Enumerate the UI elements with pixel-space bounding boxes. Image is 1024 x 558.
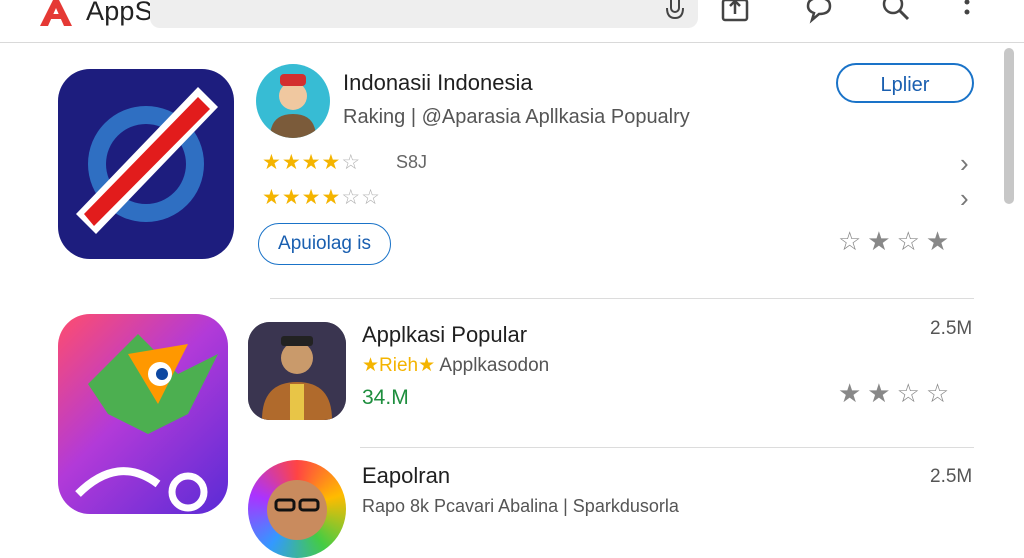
category-chip[interactable]: Apuiolag is	[258, 223, 391, 265]
user-rating-stars[interactable]: ☆★☆★	[838, 226, 955, 257]
developer-avatar[interactable]	[248, 322, 346, 420]
star-rating-row-2: ★★★★☆☆	[262, 186, 381, 209]
mic-icon[interactable]	[660, 0, 690, 26]
top-bar: AppStorer	[0, 0, 1024, 43]
app-size: 2.5M	[930, 318, 973, 339]
person-avatar-icon	[248, 322, 346, 420]
developer-avatar[interactable]	[256, 64, 330, 138]
search-bar[interactable]	[150, 0, 698, 28]
bird-mascot-icon	[75, 334, 218, 512]
developer-avatar[interactable]	[248, 460, 346, 558]
divider	[360, 447, 974, 448]
app-title[interactable]: Applkasi Popular	[362, 322, 527, 348]
subtitle-text: Applkasodon	[439, 355, 550, 376]
chevron-right-icon[interactable]: ›	[960, 148, 969, 179]
badge-text: ★Rieh★	[362, 355, 436, 376]
person-avatar-icon	[267, 480, 327, 540]
share-icon[interactable]	[720, 0, 750, 26]
search-icon[interactable]	[880, 0, 910, 26]
app-size: 2.5M	[930, 466, 973, 487]
appstore-logo-icon[interactable]	[36, 0, 76, 28]
star-rating-row-1: ★★★★☆	[262, 151, 362, 174]
divider	[270, 298, 974, 299]
user-rating-stars[interactable]: ★★☆☆	[838, 378, 955, 409]
app-icon-2[interactable]	[58, 314, 228, 514]
app-subtitle: Raking | @Aparasia Apllkasia Popualry	[343, 106, 690, 128]
app-icon-1[interactable]	[58, 69, 234, 259]
app-title[interactable]: Indonasii Indonesia	[343, 70, 533, 96]
download-count: 34.M	[362, 386, 409, 409]
more-options-icon[interactable]	[952, 0, 982, 26]
no-entry-rocket-icon	[76, 87, 218, 234]
app-subtitle: ★Rieh★ Applkasodon	[362, 354, 549, 377]
install-button[interactable]: Lplier	[836, 63, 974, 103]
chevron-right-icon[interactable]: ›	[960, 183, 969, 214]
app-title[interactable]: Eapolran	[362, 463, 450, 489]
person-avatar-icon	[270, 74, 316, 138]
app-subtitle: Rapo 8k Pcavari Abalina | Sparkdusorla	[362, 496, 679, 516]
chat-icon[interactable]	[804, 0, 834, 26]
scrollbar-thumb[interactable]	[1004, 48, 1014, 204]
rating-count: S8J	[396, 152, 428, 172]
